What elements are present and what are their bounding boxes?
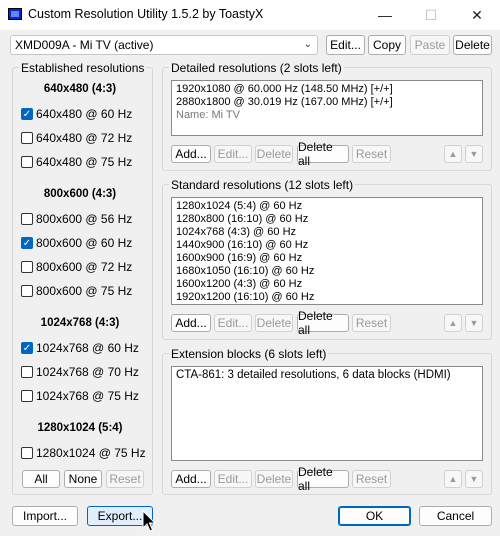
list-item[interactable]: 1280x1024 (5:4) @ 60 Hz (176, 200, 478, 213)
standard-title: Standard resolutions (12 slots left) (169, 178, 356, 192)
detailed-title: Detailed resolutions (2 slots left) (169, 61, 344, 75)
checkbox-box (21, 132, 33, 144)
list-item[interactable]: 1920x1200 (16:10) @ 60 Hz (176, 291, 478, 304)
checkbox-640x480-60[interactable]: ✓ 640x480 @ 60 Hz (21, 107, 132, 121)
detailed-edit-button[interactable]: Edit... (214, 145, 252, 163)
paste-button[interactable]: Paste (410, 35, 450, 55)
select-all-button[interactable]: All (22, 470, 60, 488)
checkbox-1024x768-70[interactable]: 1024x768 @ 70 Hz (21, 365, 139, 379)
monitor-select-value: XMD009A - Mi TV (active) (15, 38, 154, 52)
cancel-button[interactable]: Cancel (419, 506, 492, 526)
detailed-resolutions-list[interactable]: 1920x1080 @ 60.000 Hz (148.50 MHz) [+/+]… (171, 80, 483, 136)
standard-resolutions-list[interactable]: 1280x1024 (5:4) @ 60 Hz 1280x800 (16:10)… (171, 197, 483, 305)
standard-delete-button[interactable]: Delete (255, 314, 293, 332)
move-down-icon[interactable]: ▼ (465, 314, 483, 332)
checkbox-box (21, 366, 33, 378)
checkbox-label: 800x600 @ 72 Hz (36, 260, 133, 274)
established-title: Established resolutions (19, 61, 147, 75)
extension-add-button[interactable]: Add... (171, 470, 211, 488)
check-icon: ✓ (21, 108, 33, 120)
close-icon[interactable]: ✕ (454, 0, 500, 30)
list-item[interactable]: 1920x1080 @ 60.000 Hz (148.50 MHz) [+/+] (176, 83, 478, 96)
import-button[interactable]: Import... (12, 506, 78, 526)
checkbox-label: 1024x768 @ 60 Hz (36, 341, 139, 355)
standard-delete-all-button[interactable]: Delete all (297, 309, 349, 337)
list-item[interactable]: CTA-861: 3 detailed resolutions, 6 data … (176, 369, 478, 382)
app-monitor-icon (8, 8, 22, 20)
checkbox-box (21, 213, 33, 225)
checkbox-label: 640x480 @ 75 Hz (36, 155, 133, 169)
checkbox-label: 640x480 @ 72 Hz (36, 131, 133, 145)
checkbox-box (21, 285, 33, 297)
check-icon: ✓ (21, 342, 33, 354)
standard-reset-button[interactable]: Reset (352, 314, 391, 332)
checkbox-800x600-72[interactable]: 800x600 @ 72 Hz (21, 260, 132, 274)
list-item[interactable]: 1024x768 (4:3) @ 60 Hz (176, 226, 478, 239)
move-up-icon[interactable]: ▲ (444, 145, 462, 163)
move-up-icon[interactable]: ▲ (444, 314, 462, 332)
established-reset-button[interactable]: Reset (106, 470, 144, 488)
chevron-down-icon: ⌄ (303, 39, 312, 50)
group-header: 1024x768 (4:3) (40, 317, 120, 329)
checkbox-box (21, 261, 33, 273)
checkbox-640x480-72[interactable]: 640x480 @ 72 Hz (21, 131, 132, 145)
list-item-name[interactable]: Name: Mi TV (176, 109, 478, 122)
list-item[interactable]: 1600x1200 (4:3) @ 60 Hz (176, 278, 478, 291)
check-icon: ✓ (21, 237, 33, 249)
list-item[interactable]: 1280x800 (16:10) @ 60 Hz (176, 213, 478, 226)
checkbox-800x600-60[interactable]: ✓ 800x600 @ 60 Hz (21, 236, 132, 250)
checkbox-1280x1024-75[interactable]: 1280x1024 @ 75 Hz (21, 446, 146, 460)
checkbox-label: 640x480 @ 60 Hz (36, 107, 133, 121)
delete-monitor-button[interactable]: Delete (453, 35, 492, 55)
checkbox-1024x768-75[interactable]: 1024x768 @ 75 Hz (21, 389, 139, 403)
standard-edit-button[interactable]: Edit... (214, 314, 252, 332)
monitor-select[interactable]: XMD009A - Mi TV (active) ⌄ (10, 35, 318, 55)
detailed-delete-all-button[interactable]: Delete all (297, 140, 349, 168)
checkbox-box (21, 390, 33, 402)
checkbox-label: 800x600 @ 75 Hz (36, 284, 133, 298)
extension-delete-all-button[interactable]: Delete all (297, 465, 349, 493)
detailed-add-button[interactable]: Add... (171, 145, 211, 163)
checkbox-label: 800x600 @ 56 Hz (36, 212, 133, 226)
minimize-icon[interactable]: — (362, 0, 408, 30)
list-item[interactable]: 1680x1050 (16:10) @ 60 Hz (176, 265, 478, 278)
group-header: 800x600 (4:3) (43, 188, 117, 200)
extension-delete-button[interactable]: Delete (255, 470, 293, 488)
checkbox-label: 800x600 @ 60 Hz (36, 236, 133, 250)
copy-button[interactable]: Copy (368, 35, 406, 55)
move-up-icon[interactable]: ▲ (444, 470, 462, 488)
maximize-icon: ☐ (424, 6, 438, 23)
checkbox-label: 1280x1024 @ 75 Hz (36, 446, 146, 460)
checkbox-800x600-75[interactable]: 800x600 @ 75 Hz (21, 284, 132, 298)
checkbox-640x480-75[interactable]: 640x480 @ 75 Hz (21, 155, 132, 169)
move-down-icon[interactable]: ▼ (465, 470, 483, 488)
checkbox-label: 1024x768 @ 75 Hz (36, 389, 139, 403)
window-title: Custom Resolution Utility 1.5.2 by Toast… (28, 7, 264, 21)
select-none-button[interactable]: None (64, 470, 102, 488)
ok-button[interactable]: OK (338, 506, 411, 526)
extension-edit-button[interactable]: Edit... (214, 470, 252, 488)
extension-blocks-list[interactable]: CTA-861: 3 detailed resolutions, 6 data … (171, 366, 483, 461)
standard-add-button[interactable]: Add... (171, 314, 211, 332)
detailed-reset-button[interactable]: Reset (352, 145, 391, 163)
detailed-delete-button[interactable]: Delete (255, 145, 293, 163)
extension-reset-button[interactable]: Reset (352, 470, 391, 488)
list-item[interactable]: 2880x1800 @ 30.019 Hz (167.00 MHz) [+/+] (176, 96, 478, 109)
mouse-cursor-icon (142, 510, 156, 532)
list-item[interactable]: 1600x900 (16:9) @ 60 Hz (176, 252, 478, 265)
group-header: 1280x1024 (5:4) (37, 422, 123, 434)
checkbox-label: 1024x768 @ 70 Hz (36, 365, 139, 379)
list-item[interactable]: 1440x900 (16:10) @ 60 Hz (176, 239, 478, 252)
checkbox-box (21, 447, 33, 459)
checkbox-800x600-56[interactable]: 800x600 @ 56 Hz (21, 212, 132, 226)
group-header: 640x480 (4:3) (43, 83, 117, 95)
edit-monitor-button[interactable]: Edit... (326, 35, 365, 55)
move-down-icon[interactable]: ▼ (465, 145, 483, 163)
checkbox-1024x768-60[interactable]: ✓ 1024x768 @ 60 Hz (21, 341, 139, 355)
checkbox-box (21, 156, 33, 168)
extension-title: Extension blocks (6 slots left) (169, 347, 329, 361)
